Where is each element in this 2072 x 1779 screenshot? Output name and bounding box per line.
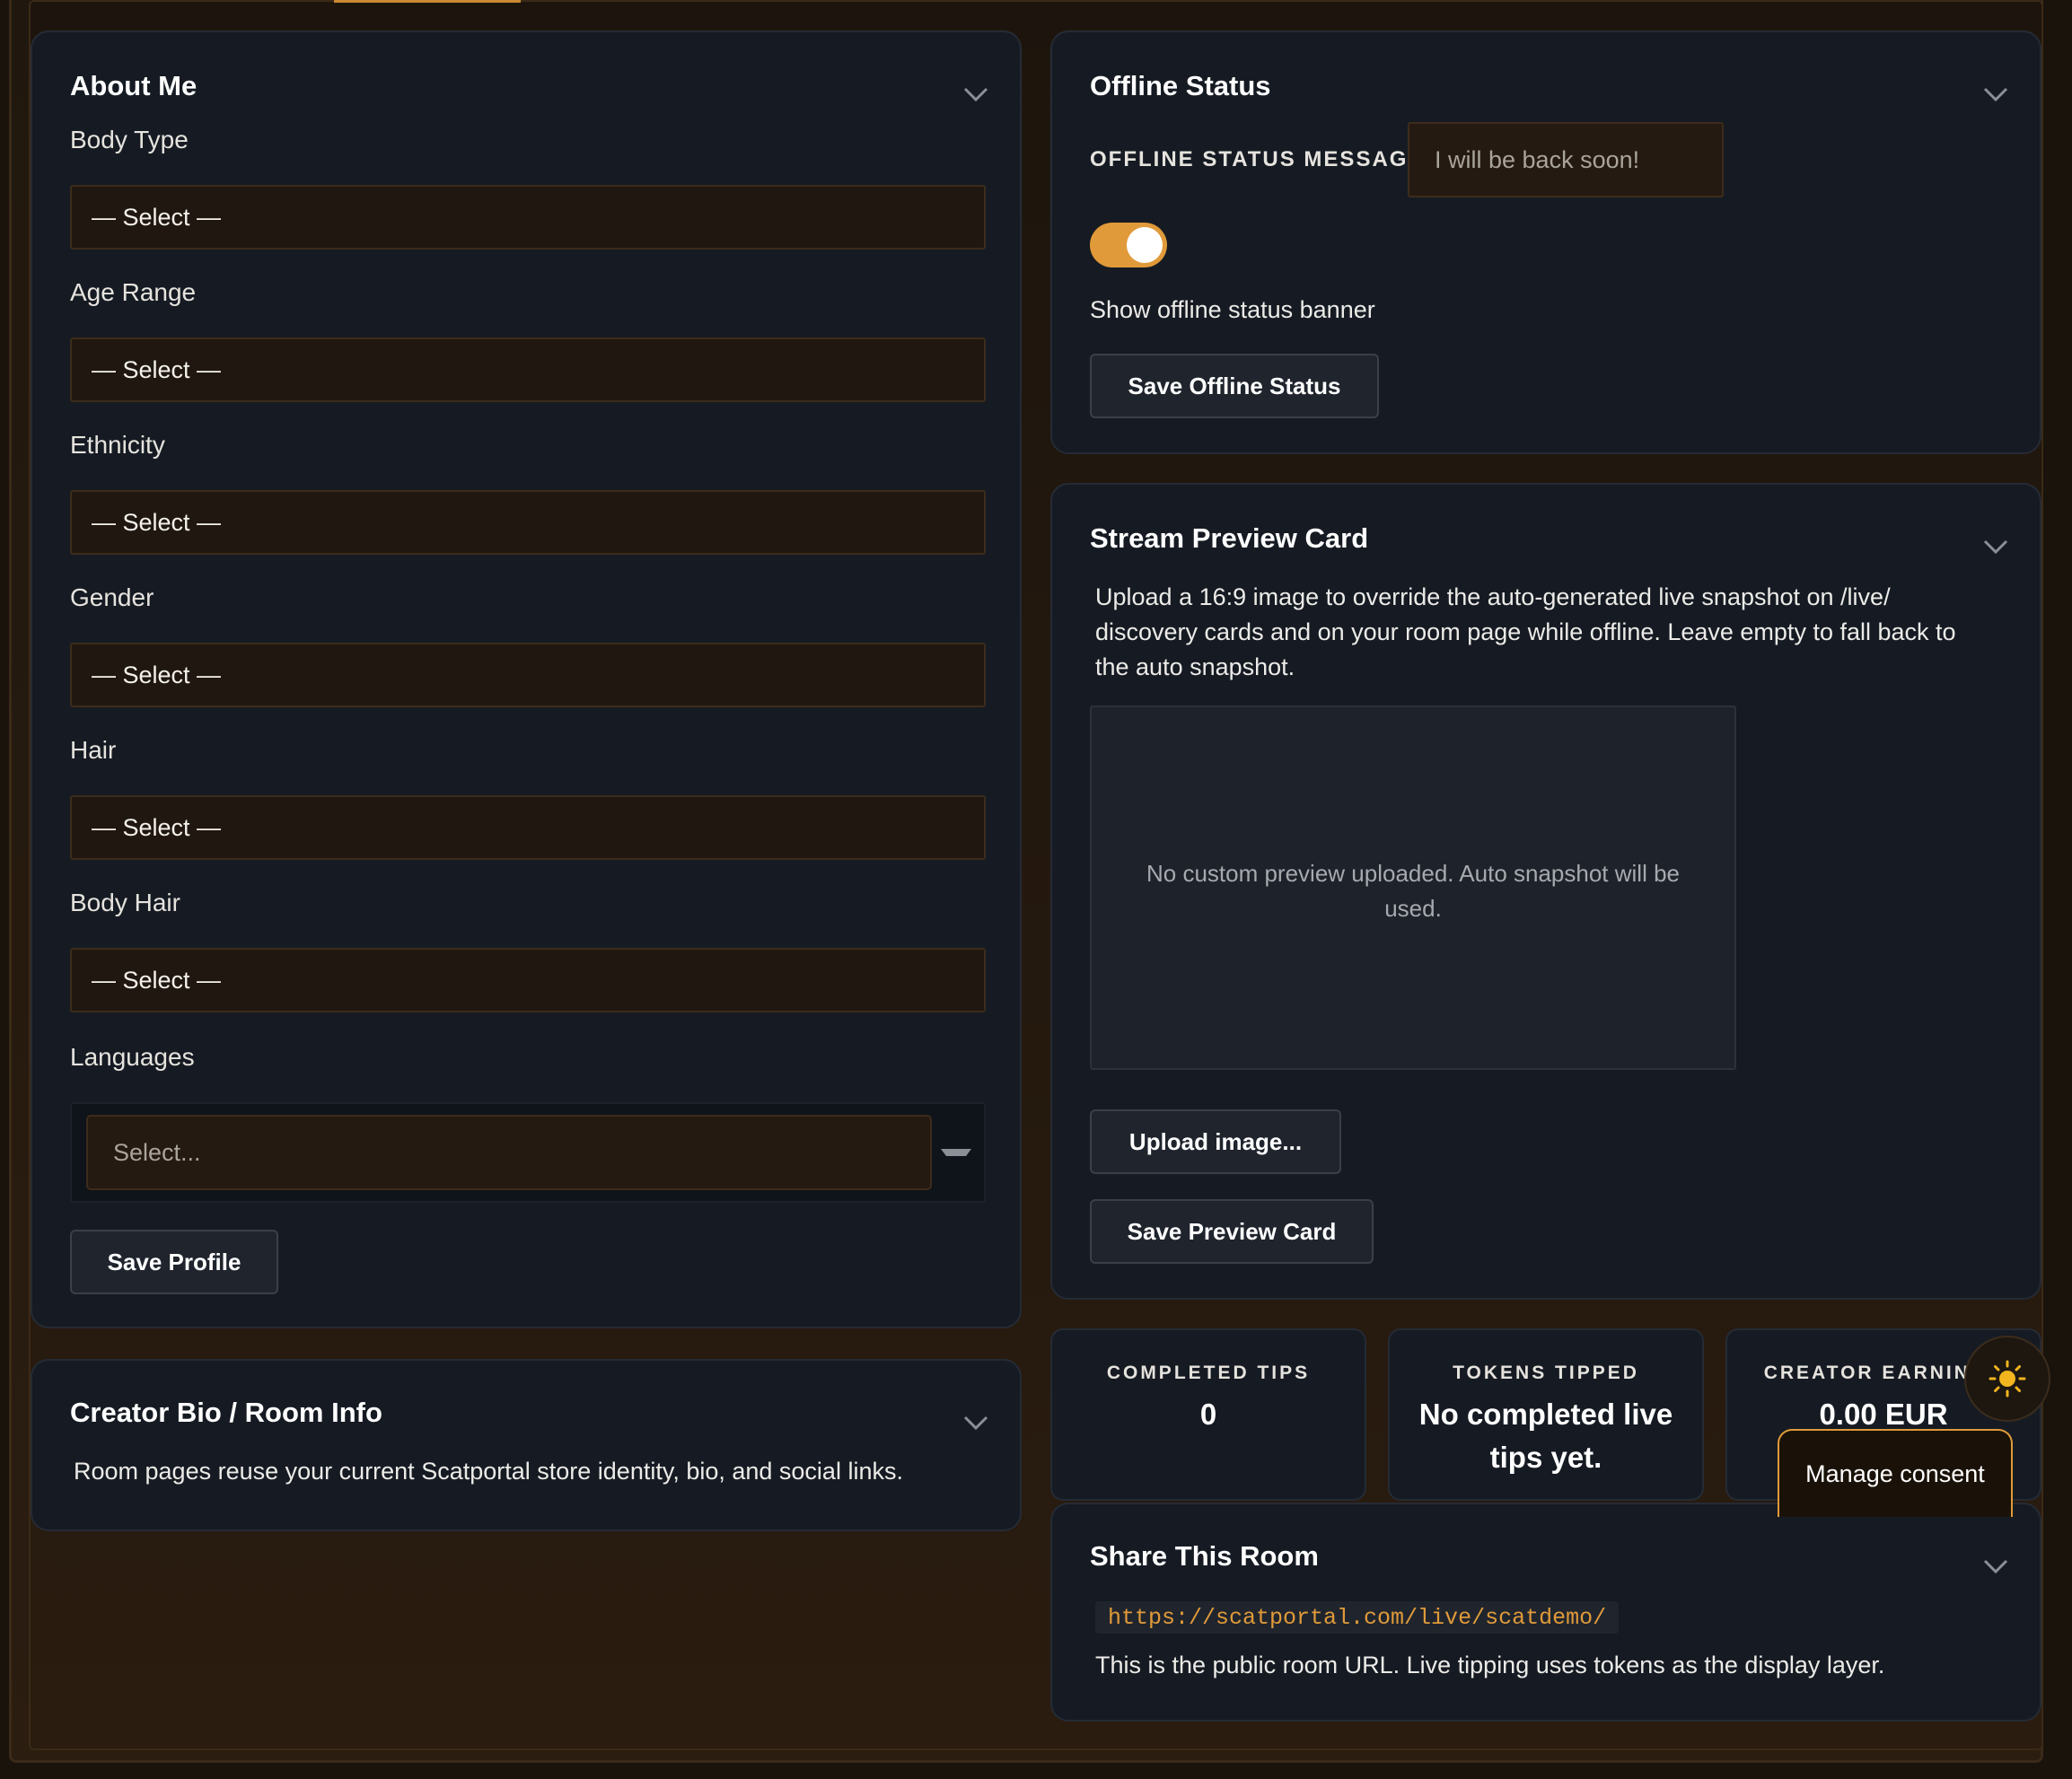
languages-input[interactable]: Select... [86,1115,932,1190]
chevron-down-icon[interactable] [961,79,991,110]
gender-label: Gender [70,583,154,611]
stat-value-line: tips yet. [1489,1441,1602,1474]
preview-empty-text: No custom preview uploaded. Auto snapsho… [1092,856,1734,926]
offline-banner-label: Show offline status banner [1090,296,1375,323]
ethnicity-label: Ethnicity [70,431,165,459]
stat-tokens-tipped: TOKENS TIPPED No completed live tips yet… [1388,1328,1704,1501]
languages-multiselect[interactable]: Select... [70,1102,986,1203]
body-type-label: Body Type [70,126,189,153]
offline-banner-toggle[interactable] [1090,223,1167,267]
description-line: the auto snapshot. [1095,653,1295,680]
description-line: discovery cards and on your room page wh… [1095,618,1956,645]
stat-label: COMPLETED TIPS [1106,1363,1311,1383]
gender-select[interactable]: — Select — [70,643,986,707]
chevron-down-icon[interactable] [1980,1551,2011,1582]
languages-label: Languages [70,1043,195,1071]
creator-bio-text: Room pages reuse your current Scatportal… [74,1458,903,1485]
about-me-title: About Me [70,70,198,101]
about-me-card: About Me Body Type — Select — Age Range … [31,31,1022,1328]
theme-toggle-button[interactable] [1964,1336,2050,1422]
chevron-down-icon[interactable] [1980,531,2011,562]
chevron-down-icon[interactable] [1980,79,2011,110]
hair-label: Hair [70,736,117,764]
share-room-title: Share This Room [1090,1540,1319,1572]
offline-message-input[interactable]: I will be back soon! [1408,122,1724,197]
body-hair-select[interactable]: — Select — [70,948,986,1012]
manage-consent-button[interactable]: Manage consent [1778,1429,2013,1517]
ethnicity-select[interactable]: — Select — [70,490,986,555]
empty-text-line: used. [1384,895,1442,922]
stream-preview-card: Stream Preview Card Upload a 16:9 image … [1050,483,2041,1300]
sun-icon [1989,1360,2026,1398]
stream-preview-description: Upload a 16:9 image to override the auto… [1095,580,1956,685]
caret-down-icon[interactable] [939,1145,973,1163]
toggle-knob [1127,227,1163,263]
preview-image-placeholder: No custom preview uploaded. Auto snapsho… [1090,705,1736,1070]
share-room-card: Share This Room https://scatportal.com/l… [1050,1503,2041,1722]
hair-select[interactable]: — Select — [70,795,986,860]
creator-bio-title: Creator Bio / Room Info [70,1397,382,1428]
save-offline-status-button[interactable]: Save Offline Status [1090,354,1379,418]
stat-value-line: No completed live [1418,1398,1673,1431]
stat-value: 0 [1052,1393,1365,1436]
room-url[interactable]: https://scatportal.com/live/scatdemo/ [1095,1601,1620,1634]
stat-completed-tips: COMPLETED TIPS 0 [1050,1328,1366,1501]
offline-status-title: Offline Status [1090,70,1271,101]
body-type-select[interactable]: — Select — [70,185,986,250]
body-hair-label: Body Hair [70,889,180,916]
stat-value: No completed live tips yet. [1390,1393,1702,1479]
offline-status-card: Offline Status OFFLINE STATUS MESSAGE I … [1050,31,2041,454]
empty-text-line: No custom preview uploaded. Auto snapsho… [1146,860,1680,887]
stat-label: TOKENS TIPPED [1453,1363,1639,1383]
stat-value-line: 0 [1199,1398,1217,1431]
share-room-text: This is the public room URL. Live tippin… [1095,1652,1885,1678]
stream-preview-title: Stream Preview Card [1090,522,1369,554]
save-profile-button[interactable]: Save Profile [70,1230,278,1294]
age-range-select[interactable]: — Select — [70,337,986,402]
offline-message-label: OFFLINE STATUS MESSAGE [1090,147,1425,171]
save-preview-card-button[interactable]: Save Preview Card [1090,1199,1374,1264]
top-tab-indicator [334,0,521,3]
chevron-down-icon[interactable] [961,1407,991,1438]
age-range-label: Age Range [70,278,197,306]
description-line: Upload a 16:9 image to override the auto… [1095,583,1891,610]
upload-image-button[interactable]: Upload image... [1090,1109,1341,1174]
creator-bio-card: Creator Bio / Room Info Room pages reuse… [31,1359,1022,1531]
